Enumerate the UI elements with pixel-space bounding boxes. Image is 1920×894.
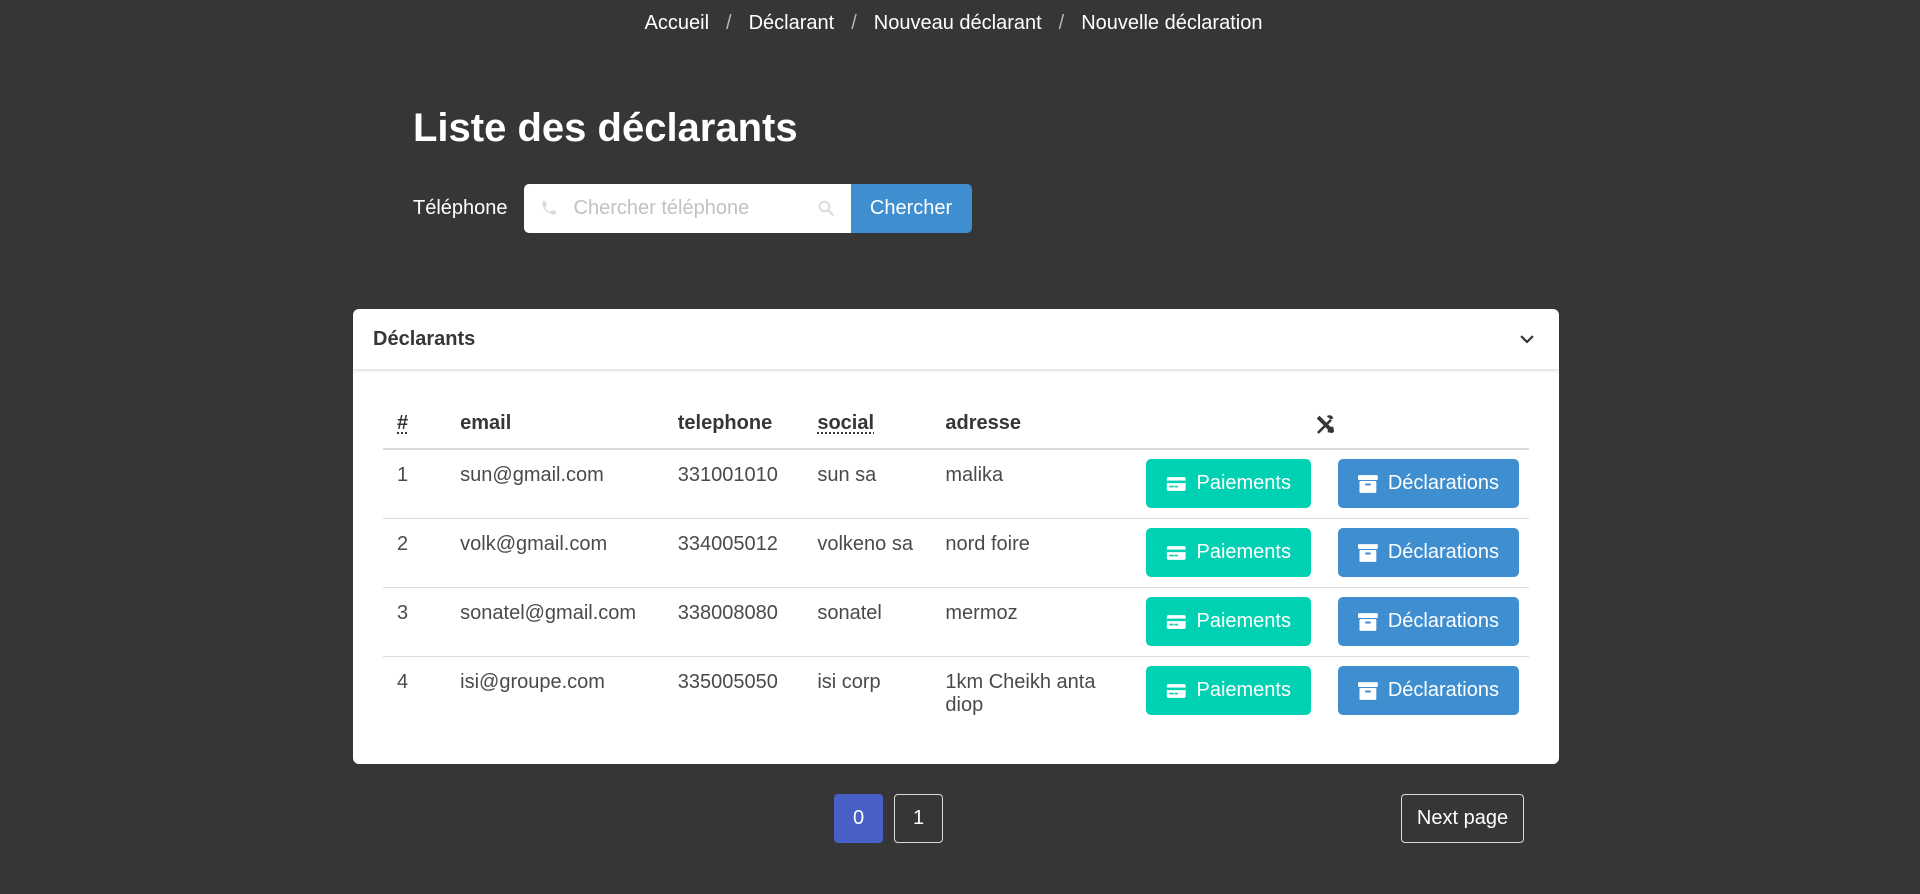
table-row: 2 volk@gmail.com 334005012 volkeno sa no…: [383, 518, 1529, 588]
cell-social: isi corp: [817, 670, 881, 693]
card-header: Déclarants: [353, 309, 1559, 369]
cell-payments: Paiements: [1135, 518, 1328, 588]
header-email: email: [450, 399, 668, 450]
cell-email: sonatel@gmail.com: [450, 587, 668, 657]
breadcrumb-item-accueil[interactable]: Accueil: [645, 12, 709, 35]
search-icon: [818, 200, 834, 216]
archive-icon: [1358, 474, 1378, 493]
header-actions: [1135, 399, 1529, 450]
cell-email: volk@gmail.com: [450, 518, 668, 588]
payments-button[interactable]: Paiements: [1145, 666, 1311, 716]
cell-declarations: Déclarations: [1328, 449, 1529, 519]
breadcrumb-separator: /: [851, 12, 857, 34]
breadcrumb-item-nouveau-declarant[interactable]: Nouveau déclarant: [874, 12, 1042, 35]
cell-telephone: 338008080: [667, 587, 808, 657]
header-num: #: [383, 399, 451, 450]
chevron-down-icon[interactable]: [1515, 327, 1539, 351]
archive-icon: [1358, 612, 1378, 631]
payments-label: Paiements: [1196, 679, 1291, 702]
header-social: social: [807, 399, 936, 450]
cell-email: isi@groupe.com: [460, 670, 605, 693]
declarations-button[interactable]: Déclarations: [1338, 666, 1519, 716]
cell-num: 1: [383, 449, 451, 519]
search-button[interactable]: Chercher: [850, 184, 972, 233]
search-form: Téléphone Chercher: [413, 184, 972, 233]
credit-card-icon: [1166, 683, 1186, 698]
cell-telephone: 331001010: [667, 449, 808, 519]
declarants-table: # email telephone social adresse 1 sun@g…: [383, 399, 1529, 725]
cell-social: volkeno sa: [807, 518, 936, 588]
table-header-row: # email telephone social adresse: [383, 399, 1529, 450]
cell-payments: Paiements: [1136, 656, 1328, 725]
breadcrumb-separator: /: [1058, 12, 1065, 34]
cell-num: 2: [383, 518, 451, 588]
payments-label: Paiements: [1196, 472, 1291, 495]
declarations-label: Déclarations: [1387, 610, 1499, 632]
cell-payments: Paiements: [1135, 587, 1328, 657]
table-row: 1 sun@gmail.com 331001010 sun sa malika …: [383, 449, 1529, 519]
declarations-label: Déclarations: [1387, 679, 1499, 702]
search-label: Téléphone: [413, 197, 508, 219]
header-telephone: telephone: [667, 399, 808, 450]
declarants-card: Déclarants # email telephone social adre…: [353, 309, 1559, 764]
card-title: Déclarants: [373, 327, 476, 350]
credit-card-icon: [1166, 614, 1186, 629]
breadcrumb-item-nouvelle-declaration[interactable]: Nouvelle déclaration: [1081, 12, 1262, 35]
declarations-label: Déclarations: [1387, 541, 1499, 563]
payments-label: Paiements: [1196, 610, 1291, 632]
archive-icon: [1358, 543, 1378, 562]
credit-card-icon: [1166, 545, 1186, 560]
declarations-button[interactable]: Déclarations: [1338, 459, 1519, 509]
cell-social: sun sa: [807, 449, 936, 519]
cell-declarations: Déclarations: [1328, 518, 1529, 588]
page-title: Liste des déclarants: [413, 106, 798, 150]
payments-button[interactable]: Paiements: [1145, 597, 1311, 646]
table-row: 4 isi@groupe.com 335005050 isi corp 1km …: [383, 656, 1529, 725]
breadcrumb-item-declarant[interactable]: Déclarant: [749, 12, 835, 35]
pagination-page-current[interactable]: 0: [834, 794, 883, 843]
payments-label: Paiements: [1196, 541, 1291, 563]
credit-card-icon: [1166, 476, 1186, 491]
cell-num: 4: [397, 670, 409, 693]
declarations-button[interactable]: Déclarations: [1338, 528, 1519, 577]
breadcrumb: Accueil / Déclarant / Nouveau déclarant …: [0, 12, 1907, 35]
cell-telephone: 335005050: [677, 670, 778, 693]
header-adresse: adresse: [935, 399, 1136, 450]
cell-adresse: mermoz: [935, 587, 1136, 657]
cell-payments: Paiements: [1135, 449, 1328, 519]
cell-adresse: nord foire: [935, 518, 1136, 588]
search-input[interactable]: [523, 184, 851, 233]
cell-num: 3: [383, 587, 451, 657]
cell-adresse: malika: [935, 449, 1136, 519]
payments-button[interactable]: Paiements: [1145, 528, 1311, 577]
cell-email: sun@gmail.com: [450, 449, 668, 519]
tools-icon: [1316, 414, 1335, 434]
pagination-page[interactable]: 1: [894, 794, 943, 843]
table-row: 3 sonatel@gmail.com 338008080 sonatel me…: [383, 587, 1529, 657]
cell-declarations: Déclarations: [1328, 587, 1529, 657]
declarations-button[interactable]: Déclarations: [1338, 597, 1519, 646]
breadcrumb-separator: /: [726, 12, 732, 34]
search-box: [523, 184, 851, 233]
next-page-button[interactable]: Next page: [1401, 794, 1524, 843]
cell-declarations: Déclarations: [1328, 656, 1529, 725]
declarations-label: Déclarations: [1387, 472, 1499, 495]
cell-telephone: 334005012: [667, 518, 808, 588]
cell-social: sonatel: [807, 587, 936, 657]
cell-adresse: 1km Cheikh anta diop: [945, 670, 1096, 716]
archive-icon: [1358, 681, 1378, 700]
payments-button[interactable]: Paiements: [1145, 459, 1311, 509]
